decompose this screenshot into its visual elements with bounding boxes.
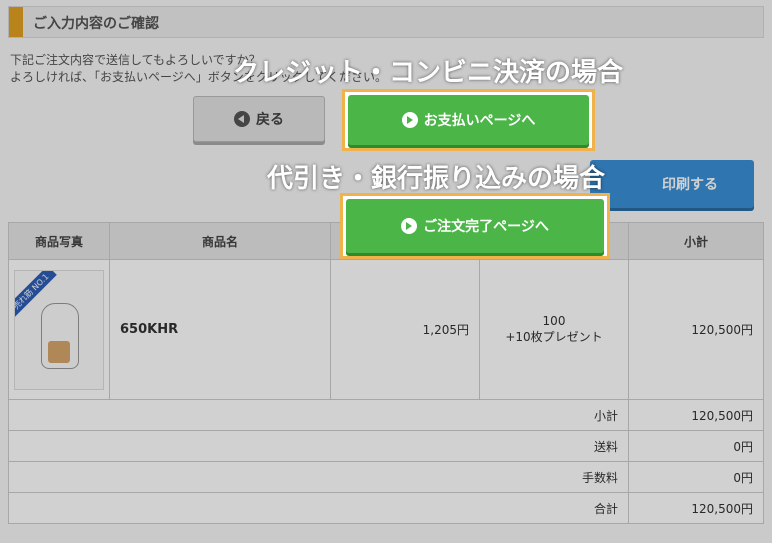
print-button[interactable]: 印刷する: [590, 160, 754, 208]
summary-label: 小計: [8, 399, 629, 431]
summary-value: 120,500円: [628, 492, 764, 524]
col-photo: 商品写真: [8, 222, 110, 260]
product-qty-cell: 100 +10枚プレゼント: [479, 259, 629, 400]
caption-credit: クレジット・コンビニ決済の場合: [233, 58, 624, 88]
order-table: 商品写真 商品名 小計 売れ筋 NO.1 650KHR 1,205円 100 +…: [8, 222, 764, 524]
col-subtotal: 小計: [628, 222, 764, 260]
print-button-label: 印刷する: [662, 177, 718, 193]
section-header: ご入力内容のご確認: [8, 6, 764, 38]
table-row: 売れ筋 NO.1 650KHR 1,205円 100 +10枚プレゼント 120…: [8, 259, 764, 400]
summary-label: 手数料: [8, 461, 629, 493]
pay-button-label: お支払いページへ: [423, 113, 536, 129]
product-qty: 100: [542, 314, 566, 328]
caption-cod: 代引き・銀行振り込みの場合: [267, 164, 606, 194]
complete-button-label: ご注文完了ページへ: [423, 219, 549, 235]
section-title: ご入力内容のご確認: [33, 16, 159, 32]
arrow-right-icon: [401, 112, 418, 128]
back-button[interactable]: 戻る: [193, 96, 325, 142]
complete-order-button[interactable]: ご注文完了ページへ: [346, 199, 604, 253]
product-bonus: +10枚プレゼント: [505, 330, 603, 344]
pay-button-highlight: お支払いページへ: [342, 89, 595, 151]
arrow-right-icon: [401, 218, 418, 234]
summary-label: 送料: [8, 430, 629, 462]
product-price: 1,205円: [330, 259, 480, 400]
summary-value: 0円: [628, 461, 764, 493]
summary-value: 120,500円: [628, 399, 764, 431]
summary-value: 0円: [628, 430, 764, 462]
summary-label: 合計: [8, 492, 629, 524]
seat-cover-shape: [48, 340, 70, 363]
product-name: 650KHR: [109, 259, 331, 400]
summary-row-fee: 手数料 0円: [8, 461, 764, 493]
arrow-left-icon: [234, 111, 250, 127]
summary-row-total: 合計 120,500円: [8, 492, 764, 524]
summary-row-subtotal: 小計 120,500円: [8, 399, 764, 431]
complete-button-highlight: ご注文完了ページへ: [340, 193, 610, 259]
col-name: 商品名: [109, 222, 331, 260]
product-photo-cell: 売れ筋 NO.1: [8, 259, 110, 400]
product-image[interactable]: 売れ筋 NO.1: [14, 269, 104, 390]
summary-row-shipping: 送料 0円: [8, 430, 764, 462]
pay-button[interactable]: お支払いページへ: [348, 95, 589, 145]
header-accent-bar: [9, 7, 23, 37]
back-button-label: 戻る: [256, 112, 284, 128]
product-subtotal: 120,500円: [628, 259, 764, 400]
